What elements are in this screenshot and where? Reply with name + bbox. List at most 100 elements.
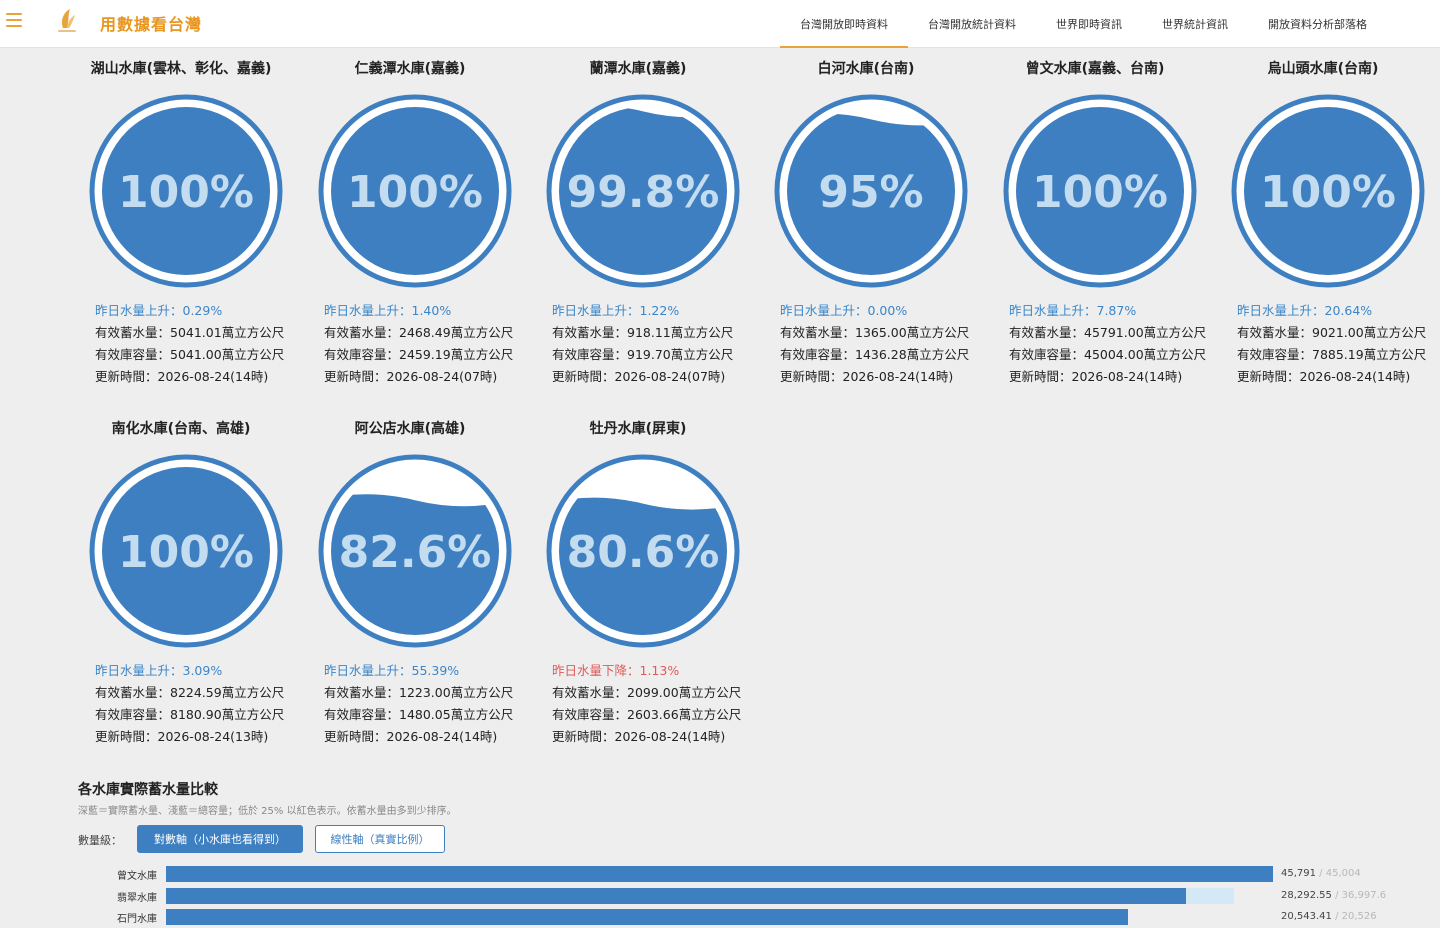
percent-label: 82.6%	[339, 527, 492, 578]
bar-label: 曾文水庫	[117, 871, 157, 882]
effective-storage: 有效蓄水量：8224.59萬立方公尺	[95, 685, 285, 700]
reservoir-card: 仁義潭水庫(嘉義) 100% 昨日水量上升：1.40% 有效蓄水量：2468.49萬立…	[312, 0, 540, 384]
reservoir-stats: 昨日水量上升：3.09% 有效蓄水量：8224.59萬立方公尺 有效庫容量：8180…	[95, 660, 284, 748]
water-level-gauge: 100%	[1003, 94, 1197, 288]
storage-bar	[166, 866, 1273, 882]
reservoir-stats: 昨日水量下降：1.13% 有效蓄水量：2099.00萬立方公尺 有效庫容量：2603…	[552, 660, 741, 748]
effective-capacity: 有效庫容量：2603.66萬立方公尺	[552, 707, 742, 722]
reservoir-card: 湖山水庫(雲林、彰化、嘉義) 100% 昨日水量上升：0.29% 有效蓄水量：5041…	[83, 0, 311, 384]
reservoir-name: 烏山頭水庫(台南)	[1267, 61, 1379, 77]
effective-storage: 有效蓄水量：918.11萬立方公尺	[552, 325, 734, 340]
water-level-gauge: 82.6%	[318, 454, 512, 648]
effective-capacity: 有效庫容量：7885.19萬立方公尺	[1237, 347, 1427, 362]
percent-label: 80.6%	[567, 527, 720, 578]
water-level-gauge: 95%	[774, 94, 968, 288]
update-time: 更新時間：2026-08-24(14時)	[324, 729, 498, 744]
effective-capacity: 有效庫容量：8180.90萬立方公尺	[95, 707, 285, 722]
update-time: 更新時間：2026-08-24(14時)	[552, 729, 726, 744]
daily-change: 昨日水量下降：1.13%	[552, 663, 680, 678]
reservoir-card: 南化水庫(台南、高雄) 100% 昨日水量上升：3.09% 有效蓄水量：8224.59…	[83, 360, 311, 744]
percent-label: 99.8%	[567, 167, 720, 218]
effective-storage: 有效蓄水量：1365.00萬立方公尺	[780, 325, 970, 340]
capacity-bar	[166, 866, 1273, 882]
update-time: 更新時間：2026-08-24(14時)	[1237, 369, 1411, 384]
effective-storage: 有效蓄水量：2468.49萬立方公尺	[324, 325, 514, 340]
reservoir-name: 阿公店水庫(高雄)	[354, 421, 466, 437]
reservoir-stats: 昨日水量上升：55.39% 有效蓄水量：1223.00萬立方公尺 有效庫容量：148…	[324, 660, 513, 748]
reservoir-card: 蘭潭水庫(嘉義) 99.8% 昨日水量上升：1.22% 有效蓄水量：918.11萬立方…	[540, 0, 768, 384]
percent-label: 100%	[1032, 167, 1168, 218]
bar-label: 石門水庫	[117, 914, 157, 925]
bar-row: 翡翠水庫 28,292.55 / 36,997.6	[0, 887, 1440, 904]
reservoir-name: 湖山水庫(雲林、彰化、嘉義)	[90, 61, 272, 77]
linear-scale-button[interactable]: 線性軸（真實比例）	[315, 825, 445, 853]
water-level-gauge: 100%	[1231, 94, 1425, 288]
effective-capacity: 有效庫容量：1436.28萬立方公尺	[780, 347, 970, 362]
daily-change: 昨日水量上升：0.00%	[780, 303, 908, 318]
storage-bar	[166, 887, 1186, 904]
water-level-gauge: 100%	[318, 94, 512, 288]
bar-row: 曾文水庫 45,791 / 45,004	[0, 866, 1440, 882]
daily-change: 昨日水量上升：1.40%	[324, 303, 452, 318]
capacity-bar	[166, 909, 1129, 925]
water-level-gauge: 99.8%	[546, 94, 740, 288]
value-separator: /	[1331, 911, 1342, 922]
percent-label: 95%	[818, 167, 923, 218]
reservoir-name: 牡丹水庫(屏東)	[589, 421, 687, 437]
effective-storage: 有效蓄水量：1223.00萬立方公尺	[324, 685, 514, 700]
daily-change: 昨日水量上升：1.22%	[552, 303, 680, 318]
percent-label: 100%	[118, 167, 254, 218]
update-time: 更新時間：2026-08-24(14時)	[1009, 369, 1183, 384]
storage-value: 28,292.55	[1281, 889, 1332, 901]
bar-value: 28,292.55 / 36,997.6	[1281, 890, 1386, 901]
value-separator: /	[1316, 868, 1326, 879]
water-level-gauge: 100%	[89, 454, 283, 648]
scale-label: 數量級：	[78, 834, 122, 847]
update-time: 更新時間：2026-08-24(14時)	[780, 369, 954, 384]
reservoir-card: 曾文水庫(嘉義、台南) 100% 昨日水量上升：7.87% 有效蓄水量：45791.0…	[997, 0, 1225, 384]
value-separator: /	[1331, 889, 1342, 901]
reservoir-name: 蘭潭水庫(嘉義)	[589, 61, 687, 77]
capacity-value: 36,997.6	[1341, 889, 1387, 901]
bar-value: 20,543.41 / 20,526	[1281, 911, 1377, 922]
effective-storage: 有效蓄水量：9021.00萬立方公尺	[1237, 325, 1427, 340]
reservoir-stats: 昨日水量上升：20.64% 有效蓄水量：9021.00萬立方公尺 有效庫容量：788…	[1237, 300, 1426, 388]
storage-value: 45,791	[1281, 868, 1316, 879]
comparison-subtitle: 深藍＝實際蓄水量、淺藍＝總容量；低於 25% 以紅色表示。依蓄水量由多到少排序。	[78, 806, 457, 817]
effective-capacity: 有效庫容量：45004.00萬立方公尺	[1009, 347, 1207, 362]
storage-bar	[166, 909, 1129, 925]
daily-change: 昨日水量上升：20.64%	[1237, 303, 1373, 318]
reservoir-card: 白河水庫(台南) 95% 昨日水量上升：0.00% 有效蓄水量：1365.00萬立方公…	[768, 0, 996, 384]
reservoir-card: 烏山頭水庫(台南) 100% 昨日水量上升：20.64% 有效蓄水量：9021.00萬…	[1225, 0, 1440, 384]
log-scale-button[interactable]: 對數軸（小水庫也看得到）	[137, 825, 303, 853]
reservoir-name: 仁義潭水庫(嘉義)	[354, 61, 466, 77]
daily-change: 昨日水量上升：7.87%	[1009, 303, 1137, 318]
menu-icon[interactable]	[6, 13, 22, 27]
bar-value: 45,791 / 45,004	[1281, 868, 1361, 879]
reservoir-name: 曾文水庫(嘉義、台南)	[1025, 61, 1165, 77]
capacity-value: 20,526	[1341, 911, 1377, 922]
comparison-title: 各水庫實際蓄水量比較	[78, 782, 218, 798]
daily-change: 昨日水量上升：0.29%	[95, 303, 223, 318]
effective-storage: 有效蓄水量：45791.00萬立方公尺	[1009, 325, 1207, 340]
daily-change: 昨日水量上升：55.39%	[324, 663, 460, 678]
effective-storage: 有效蓄水量：5041.01萬立方公尺	[95, 325, 285, 340]
percent-label: 100%	[118, 527, 254, 578]
reservoir-card: 阿公店水庫(高雄) 82.6% 昨日水量上升：55.39% 有效蓄水量：1223.00…	[312, 360, 540, 744]
site-logo-icon[interactable]	[54, 6, 80, 36]
water-level-gauge: 100%	[89, 94, 283, 288]
percent-label: 100%	[1260, 167, 1396, 218]
effective-storage: 有效蓄水量：2099.00萬立方公尺	[552, 685, 742, 700]
reservoir-card: 牡丹水庫(屏東) 80.6% 昨日水量下降：1.13% 有效蓄水量：2099.00萬立…	[540, 360, 768, 744]
reservoir-name: 南化水庫(台南、高雄)	[111, 421, 251, 437]
storage-value: 20,543.41	[1281, 911, 1332, 922]
reservoir-name: 白河水庫(台南)	[817, 61, 915, 77]
update-time: 更新時間：2026-08-24(13時)	[95, 729, 269, 744]
reservoir-stats: 昨日水量上升：0.00% 有效蓄水量：1365.00萬立方公尺 有效庫容量：1436…	[780, 300, 969, 388]
reservoir-stats: 昨日水量上升：7.87% 有效蓄水量：45791.00萬立方公尺 有效庫容量：450…	[1009, 300, 1206, 388]
percent-label: 100%	[347, 167, 483, 218]
capacity-value: 45,004	[1325, 868, 1361, 879]
capacity-bar	[166, 887, 1235, 904]
effective-capacity: 有效庫容量：1480.05萬立方公尺	[324, 707, 514, 722]
bar-label: 翡翠水庫	[117, 892, 157, 904]
